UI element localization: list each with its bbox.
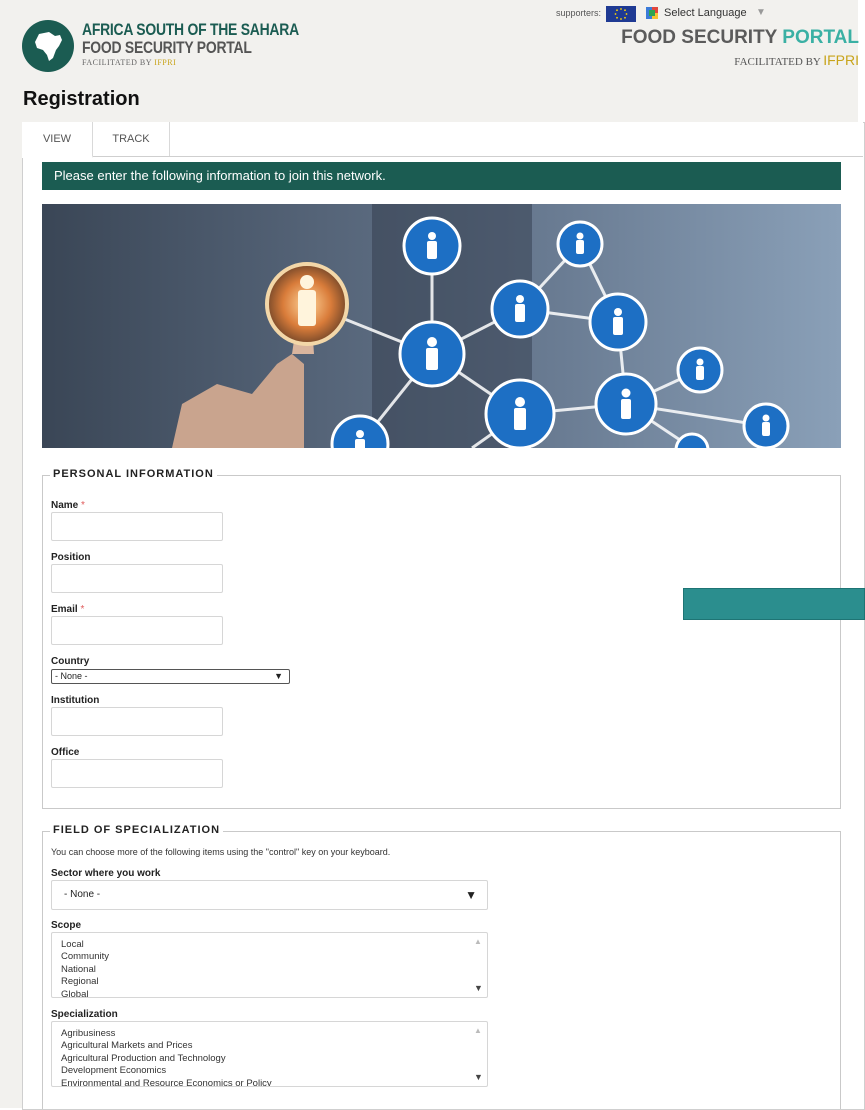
logo-facilitated: FACILITATED BY IFPRI xyxy=(82,58,176,67)
scope-options: Local Community National Regional Global xyxy=(52,933,487,997)
africa-map-icon xyxy=(22,20,74,72)
multi-select-note: You can choose more of the following ite… xyxy=(51,847,391,857)
country-label: Country xyxy=(51,656,90,667)
email-label-text: Email xyxy=(51,604,78,615)
institution-input[interactable] xyxy=(51,707,223,736)
scope-listbox[interactable]: Local Community National Regional Global… xyxy=(51,932,488,998)
network-hero-image xyxy=(42,204,841,448)
portal-facilitated-text: FACILITATED BY xyxy=(734,56,821,68)
name-input[interactable] xyxy=(51,512,223,541)
supporters-label: supporters: xyxy=(556,8,602,18)
scroll-down-icon[interactable]: ▼ xyxy=(474,983,483,993)
specialization-option[interactable]: Development Economics xyxy=(61,1065,487,1077)
email-label: Email * xyxy=(51,604,84,615)
scope-option[interactable]: Regional xyxy=(61,976,487,988)
specialization-option[interactable]: Agricultural Markets and Prices xyxy=(61,1040,487,1052)
specialization-legend: FIELD OF SPECIALIZATION xyxy=(50,824,224,836)
personal-information-fieldset: PERSONAL INFORMATION Name * Position Ema… xyxy=(42,468,841,809)
name-label: Name * xyxy=(51,500,85,511)
side-tab-button[interactable] xyxy=(683,588,865,620)
portal-title: FOOD SECURITY PORTAL xyxy=(621,27,859,49)
logo-ifpri: IFPRI xyxy=(154,58,177,67)
sector-label: Sector where you work xyxy=(51,868,161,879)
country-select-value: - None - xyxy=(55,671,88,681)
portal-facilitated: FACILITATED BY IFPRI xyxy=(734,52,859,68)
google-translate-icon[interactable] xyxy=(646,7,658,19)
specialization-fieldset: FIELD OF SPECIALIZATION You can choose m… xyxy=(42,824,841,1109)
specialization-option[interactable]: Agricultural Production and Technology xyxy=(61,1053,487,1065)
scroll-up-icon[interactable]: ▲ xyxy=(474,937,482,946)
position-input[interactable] xyxy=(51,564,223,593)
select-language-dropdown[interactable]: Select Language xyxy=(664,7,747,19)
scope-option[interactable]: Local xyxy=(61,939,487,951)
scope-scrollbar[interactable]: ▲ ▼ xyxy=(470,933,487,997)
sector-select-value: - None - xyxy=(64,889,101,900)
scope-option[interactable]: National xyxy=(61,964,487,976)
specialization-options: Agribusiness Agricultural Markets and Pr… xyxy=(52,1022,487,1086)
portal-title-accent: PORTAL xyxy=(782,27,859,48)
email-input[interactable] xyxy=(51,616,223,645)
office-label: Office xyxy=(51,747,80,758)
institution-label: Institution xyxy=(51,695,100,706)
tab-strip: VIEW TRACK xyxy=(22,122,863,158)
logo-title: AFRICA SOUTH OF THE SAHARA xyxy=(82,20,299,39)
scope-option[interactable]: Community xyxy=(61,951,487,963)
position-label: Position xyxy=(51,552,91,563)
chevron-down-icon: ▼ xyxy=(274,671,283,681)
logo-subtitle: FOOD SECURITY PORTAL xyxy=(82,38,252,57)
country-select[interactable]: - None - ▼ xyxy=(51,669,290,684)
sector-select[interactable]: - None - ▼ xyxy=(51,880,488,910)
required-mark: * xyxy=(80,604,85,615)
site-logo[interactable]: AFRICA SOUTH OF THE SAHARA FOOD SECURITY… xyxy=(22,18,299,74)
name-label-text: Name xyxy=(51,500,79,511)
chevron-down-icon[interactable]: ▼ xyxy=(756,7,766,18)
logo-facilitated-text: FACILITATED BY xyxy=(82,58,152,67)
specialization-label: Specialization xyxy=(51,1009,118,1020)
portal-ifpri: IFPRI xyxy=(823,52,859,68)
specialization-scrollbar[interactable]: ▲ ▼ xyxy=(470,1022,487,1086)
specialization-option[interactable]: Agribusiness xyxy=(61,1028,487,1040)
tab-track[interactable]: TRACK xyxy=(93,122,170,156)
info-banner: Please enter the following information t… xyxy=(42,162,841,190)
office-input[interactable] xyxy=(51,759,223,788)
required-mark: * xyxy=(81,500,85,511)
specialization-listbox[interactable]: Agribusiness Agricultural Markets and Pr… xyxy=(51,1021,488,1087)
tab-view[interactable]: VIEW xyxy=(22,122,93,158)
scope-label: Scope xyxy=(51,920,82,931)
personal-information-legend: PERSONAL INFORMATION xyxy=(50,468,217,480)
specialization-option[interactable]: Environmental and Resource Economics or … xyxy=(61,1078,487,1086)
chevron-down-icon: ▼ xyxy=(465,888,477,902)
scope-option[interactable]: Global xyxy=(61,989,487,997)
page-title: Registration xyxy=(23,88,140,110)
scroll-up-icon[interactable]: ▲ xyxy=(474,1026,482,1035)
scroll-down-icon[interactable]: ▼ xyxy=(474,1072,483,1082)
eu-flag-icon[interactable] xyxy=(606,6,636,22)
portal-title-main: FOOD SECURITY xyxy=(621,27,778,48)
